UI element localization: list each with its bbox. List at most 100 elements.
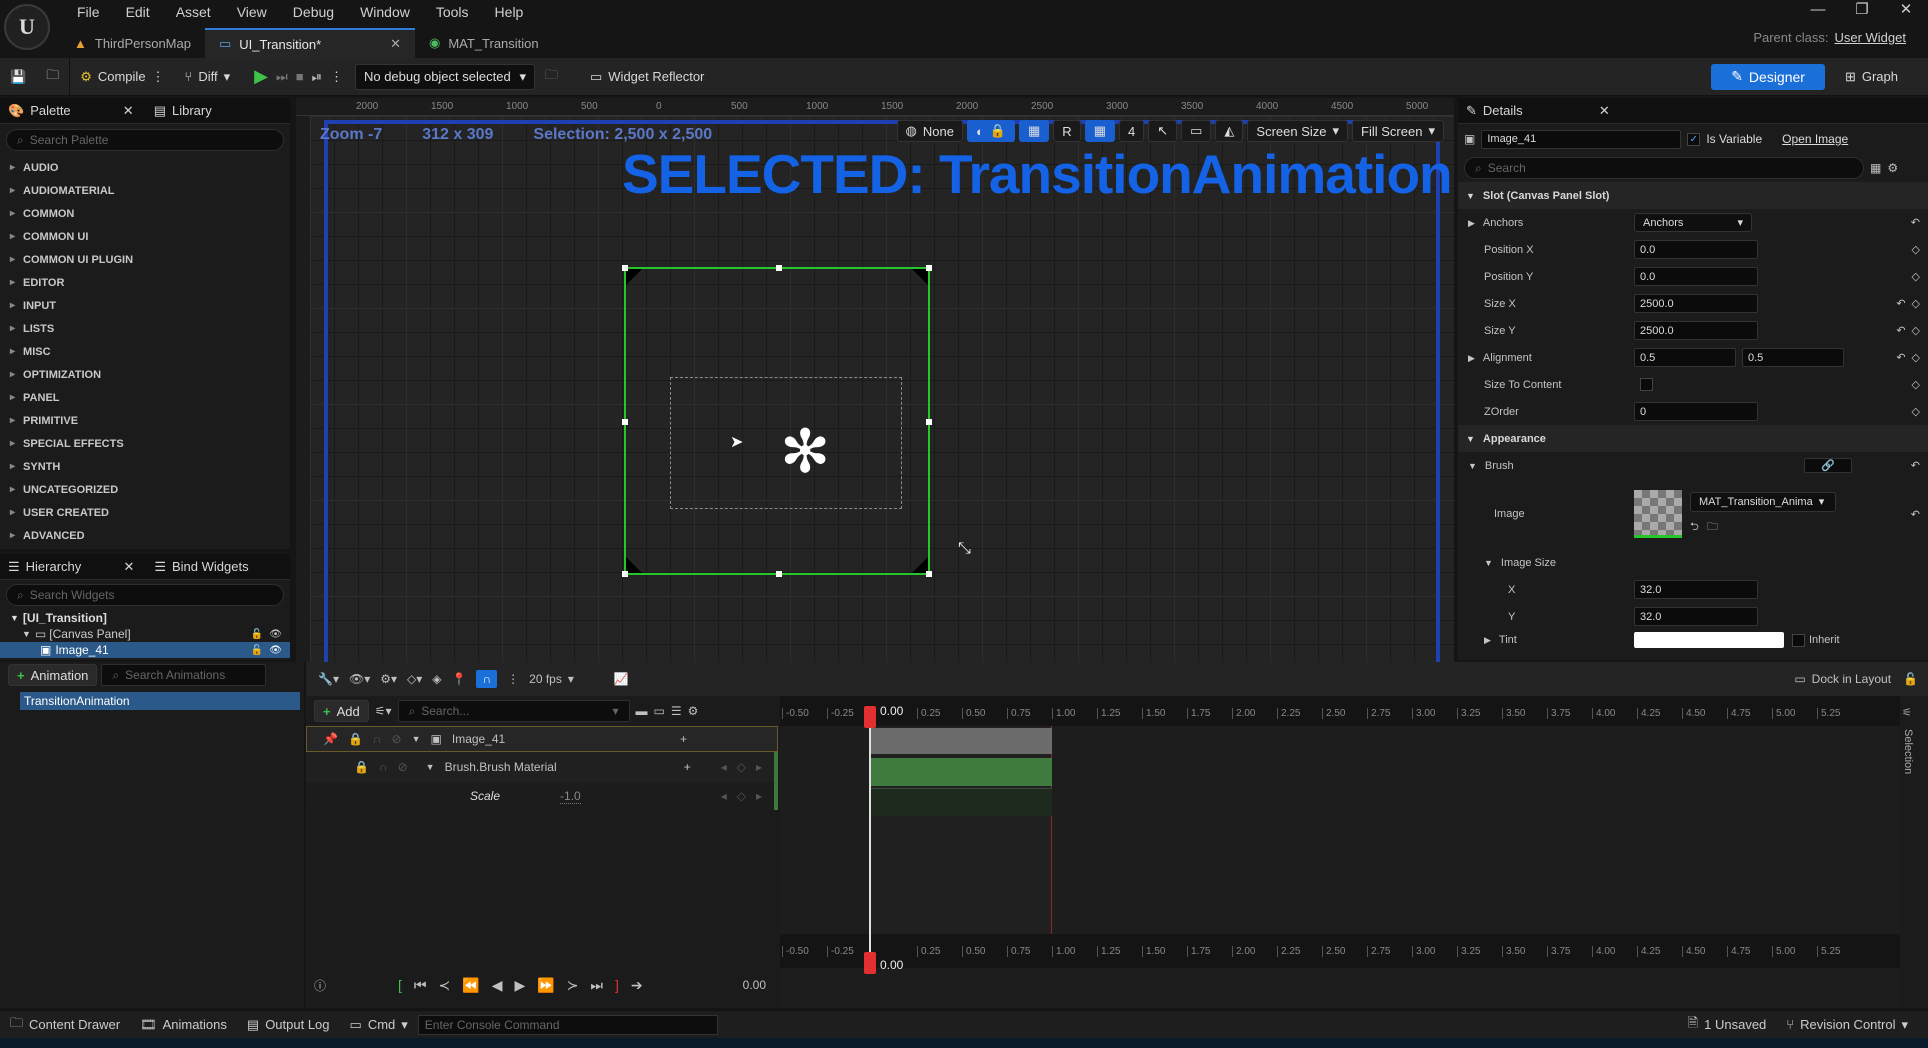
unsaved-button[interactable]: 🗎 1 Unsaved [1678, 1014, 1777, 1036]
close-icon[interactable]: ✕ [123, 559, 134, 575]
time-ruler-bottom[interactable]: -0.50 -0.25 0.25 0.50 0.75 1.00 1.25 1.50 1.75 2.… [780, 934, 1900, 968]
play-reverse-icon[interactable]: ◀ [492, 977, 503, 994]
animations-button[interactable]: 🎞 Animations [130, 1017, 237, 1033]
image-size-y-input[interactable]: 32.0 [1634, 607, 1758, 626]
palette-category[interactable]: COMMON UI PLUGIN [0, 248, 290, 271]
filter-icon[interactable]: ⚟▾ [375, 704, 392, 718]
open-image-link[interactable]: Open Image [1782, 132, 1848, 146]
close-tab-icon[interactable]: ✕ [390, 36, 401, 52]
debug-browse-button[interactable]: 🗀 [535, 58, 568, 96]
settings-icon[interactable]: ⚙ [688, 704, 699, 718]
hierarchy-tab[interactable]: Hierarchy [26, 559, 82, 574]
more-options-icon[interactable]: ⋮ [507, 672, 519, 686]
play-button[interactable]: ▶ [240, 58, 272, 96]
expand-icon[interactable]: ▼ [426, 762, 435, 772]
palette-category[interactable]: OPTIMIZATION [0, 363, 290, 386]
palette-search-input[interactable]: ⌕ Search Palette [6, 129, 284, 151]
content-drawer-button[interactable]: 🗀 Content Drawer [0, 1014, 130, 1036]
inherit-checkbox[interactable] [1792, 633, 1805, 647]
outline-toggle[interactable]: ◭ [1215, 120, 1244, 142]
browse-button[interactable]: 🗀 [36, 58, 69, 96]
track-image-41[interactable]: 📌 🔒 ∩ ⊘ ▼ ▣ Image_41 + [306, 726, 778, 752]
expand-icon[interactable]: ▶ [1484, 635, 1491, 645]
marker-icon[interactable]: 📍 [452, 672, 467, 686]
anchor-flower-icon[interactable]: ✻ [780, 422, 830, 482]
expand-icon[interactable]: ▼ [1468, 461, 1477, 471]
keyframe-icon[interactable]: ◇ [1912, 324, 1920, 337]
layout-toggle[interactable]: ▦ [1019, 120, 1050, 142]
key-options-icon[interactable]: ◇▾ [407, 672, 422, 686]
key-icon[interactable]: ◈ [432, 672, 441, 686]
reset-icon[interactable]: ↶ [1911, 508, 1920, 521]
position-x-input[interactable]: 0.0 [1634, 240, 1758, 259]
save-button[interactable]: 💾 [0, 58, 36, 96]
console-input[interactable]: Enter Console Command [417, 1014, 718, 1035]
animations-search-input[interactable]: ⌕ Search Animations [101, 664, 267, 686]
resize-handle[interactable] [926, 571, 932, 577]
use-selected-icon[interactable]: ⮌ [1690, 518, 1699, 537]
fps-dropdown[interactable]: 20 fps ▾ [529, 672, 574, 686]
output-log-button[interactable]: ▤ Output Log [237, 1017, 340, 1033]
designer-canvas[interactable]: Zoom -7 312 x 309 Selection: 2,500 x 2,5… [310, 116, 1454, 662]
preview-toggle[interactable]: ▭ [1181, 120, 1212, 142]
playback-options-icon[interactable]: ⚙▾ [380, 672, 397, 686]
table-view-icon[interactable]: ▦ [1870, 161, 1881, 175]
tree-item-image-41[interactable]: ▣ Image_41 🔓 👁 [0, 642, 290, 658]
reset-icon[interactable]: ↶ [1896, 324, 1905, 337]
eye-icon[interactable]: 👁 [269, 645, 282, 656]
palette-tab[interactable]: Palette [30, 103, 70, 118]
appearance-section-header[interactable]: ▼ Appearance [1458, 425, 1928, 452]
resize-handle[interactable] [622, 265, 628, 271]
close-icon[interactable]: ✕ [123, 103, 134, 119]
palette-category[interactable]: EDITOR [0, 271, 290, 294]
solo-icon[interactable]: ∩ [373, 732, 382, 746]
step-back-icon[interactable]: ⏪ [462, 977, 479, 994]
expand-all-icon[interactable]: ▭ [654, 704, 665, 718]
keyframe-icon[interactable]: ◇ [1912, 351, 1920, 364]
browse-icon[interactable]: 🗀 [1707, 518, 1718, 537]
mute-icon[interactable]: ⊘ [398, 760, 408, 774]
animation-list-item[interactable]: TransitionAnimation [20, 692, 300, 710]
snap-toggle-icon[interactable]: ∩ [476, 670, 498, 688]
set-end-icon[interactable]: ] [615, 977, 619, 993]
palette-category[interactable]: MISC [0, 340, 290, 363]
diff-button[interactable]: ⑂ Diff ▾ [175, 58, 241, 96]
scale-value[interactable]: -1.0 [560, 789, 581, 804]
parent-class-link[interactable]: User Widget [1834, 30, 1906, 45]
menu-edit[interactable]: Edit [113, 4, 163, 20]
section-image-41[interactable] [870, 728, 1052, 754]
menu-window[interactable]: Window [347, 4, 423, 20]
menu-file[interactable]: File [64, 4, 113, 20]
wrench-icon[interactable]: 🔧▾ [318, 672, 339, 686]
reset-icon[interactable]: ↶ [1911, 459, 1920, 472]
info-icon[interactable]: ⓘ [314, 977, 326, 994]
graph-button[interactable]: ⊞ Graph [1835, 58, 1908, 96]
menu-asset[interactable]: Asset [163, 4, 224, 20]
timeline-area[interactable]: -0.50 -0.25 0.25 0.50 0.75 1.00 1.25 1.50 1.75 2.… [780, 696, 1900, 1008]
close-icon[interactable]: ✕ [1599, 103, 1610, 119]
next-key-icon[interactable]: ▸ [756, 789, 762, 803]
image-size-x-input[interactable]: 32.0 [1634, 580, 1758, 599]
unreal-logo-icon[interactable]: U [4, 4, 50, 50]
prev-key-icon[interactable]: ◂ [721, 760, 727, 774]
keyframe-icon[interactable]: ◇ [1912, 270, 1920, 283]
image-asset-dropdown[interactable]: MAT_Transition_Anima ▾ [1690, 491, 1836, 512]
lock-icon[interactable]: 🔒 [354, 760, 369, 774]
menu-tools[interactable]: Tools [423, 4, 482, 20]
reset-icon[interactable]: ↶ [1896, 351, 1905, 364]
expand-icon[interactable]: ▼ [412, 734, 421, 744]
loop-icon[interactable]: ➔ [631, 977, 643, 994]
set-start-icon[interactable]: [ [398, 977, 402, 993]
hierarchy-search-input[interactable]: ⌕ Search Widgets [6, 584, 284, 606]
tree-item-root[interactable]: ▼ [UI_Transition] [0, 610, 290, 626]
revision-control-button[interactable]: ⑂ Revision Control ▾ [1776, 1017, 1918, 1033]
track-search-input[interactable]: ⌕ Search... ▾ [397, 700, 630, 722]
expand-icon[interactable]: ▼ [1484, 558, 1493, 568]
palette-category[interactable]: PRIMITIVE [0, 409, 290, 432]
solo-icon[interactable]: ∩ [379, 760, 388, 774]
image-thumbnail[interactable] [1634, 490, 1682, 538]
mute-icon[interactable]: ⊘ [392, 732, 402, 746]
palette-category[interactable]: ADVANCED [0, 524, 290, 547]
size-to-content-checkbox[interactable] [1640, 378, 1653, 391]
anchors-dropdown[interactable]: Anchors ▾ [1634, 213, 1752, 232]
